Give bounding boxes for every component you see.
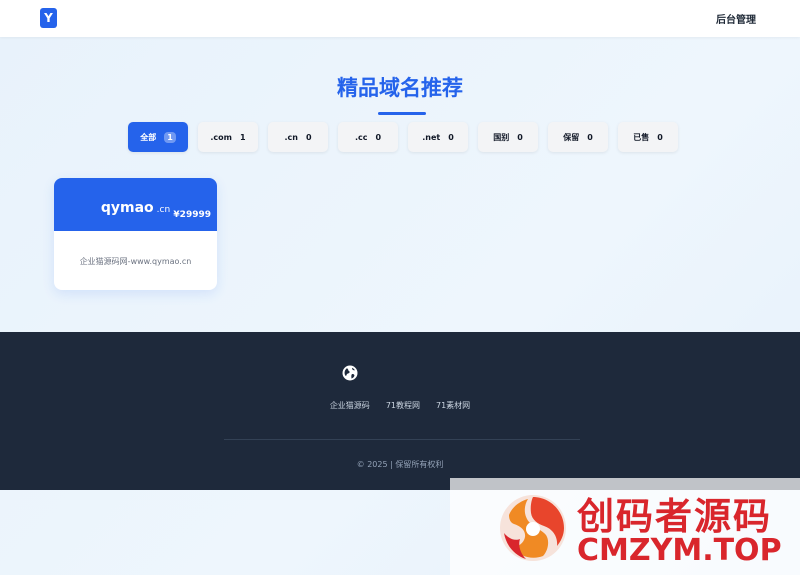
filter-label: 全部 (140, 132, 157, 142)
filter-tab-cc[interactable]: .cc 0 (338, 122, 398, 152)
filter-count: 1 (164, 131, 176, 143)
footer-links: 企业猫源码 71教程网 71素材网 (0, 400, 800, 411)
domain-price: ¥29999 (173, 210, 211, 220)
top-navbar: Y 后台管理 (0, 0, 800, 37)
footer-divider (224, 439, 580, 440)
watermark-logo-icon (500, 495, 566, 561)
title-underline (378, 112, 426, 115)
footer-link-71-tutorial[interactable]: 71教程网 (386, 400, 420, 411)
site-logo[interactable]: Y (40, 8, 57, 28)
footer-link-71-material[interactable]: 71素材网 (436, 400, 470, 411)
filter-label: .net (422, 132, 441, 142)
filter-label: .cn (284, 132, 298, 142)
filter-tab-all[interactable]: 全部 1 (128, 122, 188, 152)
domain-card[interactable]: qymao .cn ¥29999 企业猫源码网-www.qymao.cn (54, 178, 217, 290)
filter-count: 0 (587, 132, 593, 142)
filter-count: 0 (517, 132, 523, 142)
filter-count: 0 (448, 132, 454, 142)
domain-description: 企业猫源码网-www.qymao.cn (79, 257, 192, 266)
copyright-text: © 2025 | 保留所有权利 (356, 460, 444, 469)
watermark-text-cn: 创码者源码 (577, 495, 772, 538)
filter-tab-com[interactable]: .com 1 (198, 122, 258, 152)
watermark-text-en: CMZYM.TOP (577, 533, 782, 568)
domain-card-header: qymao .cn ¥29999 (54, 178, 217, 231)
domain-name-text: qymao (100, 200, 154, 216)
filter-tab-cn[interactable]: .cn 0 (268, 122, 328, 152)
filter-count: 0 (305, 132, 312, 142)
filter-tab-country[interactable]: 国别 0 (478, 122, 538, 152)
filter-tabs: 全部 1 .com 1 .cn 0 .cc 0 .net 0 国别 0 保留 0… (128, 122, 678, 152)
filter-tab-sold[interactable]: 已售 0 (618, 122, 678, 152)
watermark: 创码者源码 CMZYM.TOP (450, 478, 800, 575)
filter-tab-net[interactable]: .net 0 (408, 122, 468, 152)
filter-label: 保留 (563, 132, 580, 142)
page-title: 精品域名推荐 (337, 76, 463, 100)
filter-label: .cc (354, 132, 368, 142)
footer: 企业猫源码 71教程网 71素材网 © 2025 | 保留所有权利 (0, 332, 800, 490)
filter-count: 1 (240, 132, 246, 142)
domain-extension: .cn (156, 205, 171, 215)
filter-count: 0 (375, 132, 382, 142)
filter-count: 0 (657, 132, 663, 142)
globe-icon (342, 365, 358, 381)
admin-link[interactable]: 后台管理 (716, 11, 756, 26)
filter-label: 国别 (493, 132, 510, 142)
footer-link-qymao[interactable]: 企业猫源码 (330, 400, 370, 411)
filter-label: .com (210, 132, 233, 142)
filter-tab-reserved[interactable]: 保留 0 (548, 122, 608, 152)
filter-label: 已售 (633, 132, 650, 142)
